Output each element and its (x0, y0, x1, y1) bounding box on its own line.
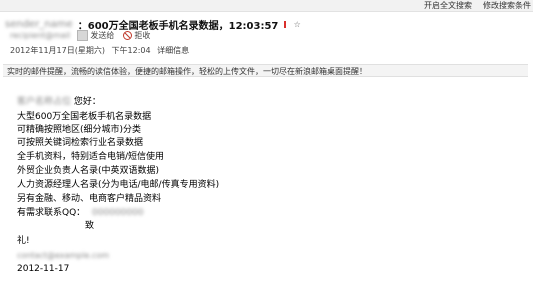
body-line: 全手机资料，特别适合电销/短信使用 (17, 152, 165, 162)
details-link[interactable]: 详细信息 (157, 46, 189, 55)
greeting-line: 客户名称占位 您好： (17, 96, 101, 108)
mail-date: 2012年11月17日(星期六) (10, 46, 105, 55)
sender-name[interactable]: sender_name (5, 19, 73, 30)
contact-line: 有需求联系QQ： 000000000 (17, 207, 144, 219)
signature-date: 2012-11-17 (17, 264, 70, 274)
greeting-text: 您好： (73, 97, 101, 107)
reject-link[interactable]: 拒收 (134, 31, 150, 40)
contact-label: 有需求联系QQ： (17, 208, 86, 218)
body-line: 可按照关键词检索行业名录数据 (17, 138, 144, 148)
contact-qq: 000000000 (92, 208, 144, 218)
body-line: 外贸企业负责人名录(中英双语数据) (17, 166, 160, 176)
star-icon[interactable]: ☆ (294, 20, 301, 29)
send-to-label: 发送给 (90, 31, 115, 40)
modify-search-link[interactable]: 修改搜索条件 (483, 0, 531, 11)
flag-icon (284, 21, 287, 28)
top-toolbar: 开启全文搜索 修改搜索条件 (0, 0, 533, 12)
date-row: 2012年11月17日(星期六) 下午12:04 详细信息 (10, 45, 193, 56)
closing-li: 礼! (17, 236, 30, 246)
full-text-search-link[interactable]: 开启全文搜索 (424, 0, 472, 11)
sender-row: recipient@mail 发送给 拒收 (10, 30, 150, 41)
recipient-address[interactable]: recipient@mail (10, 31, 70, 40)
reject-icon[interactable] (122, 31, 132, 40)
desktop-notice-banner[interactable]: 实时的邮件提醒，流畅的读信体验，便捷的邮箱操作，轻松的上传文件，一切尽在新浪邮箱… (3, 64, 528, 77)
body-line: 人力资源经理人名录(分为电话/电邮/传真专用资料) (17, 180, 220, 190)
greeting-name: 客户名称占位 (17, 97, 72, 107)
mail-time: 下午12:04 (111, 46, 151, 55)
closing-zhi: 致 (85, 221, 95, 231)
body-line: 可精确按照地区(细分城市)分类 (17, 125, 142, 135)
body-line: 大型600万全国老板手机名录数据 (17, 112, 152, 122)
contact-card-icon[interactable] (76, 30, 88, 41)
mail-title-row: sender_name ：600万全国老板手机名录数据，12:03:57 ☆ (5, 14, 301, 32)
signature-email[interactable]: contact@example.com (17, 250, 109, 262)
body-line: 另有金融、移动、电商客户精品资料 (17, 194, 162, 204)
